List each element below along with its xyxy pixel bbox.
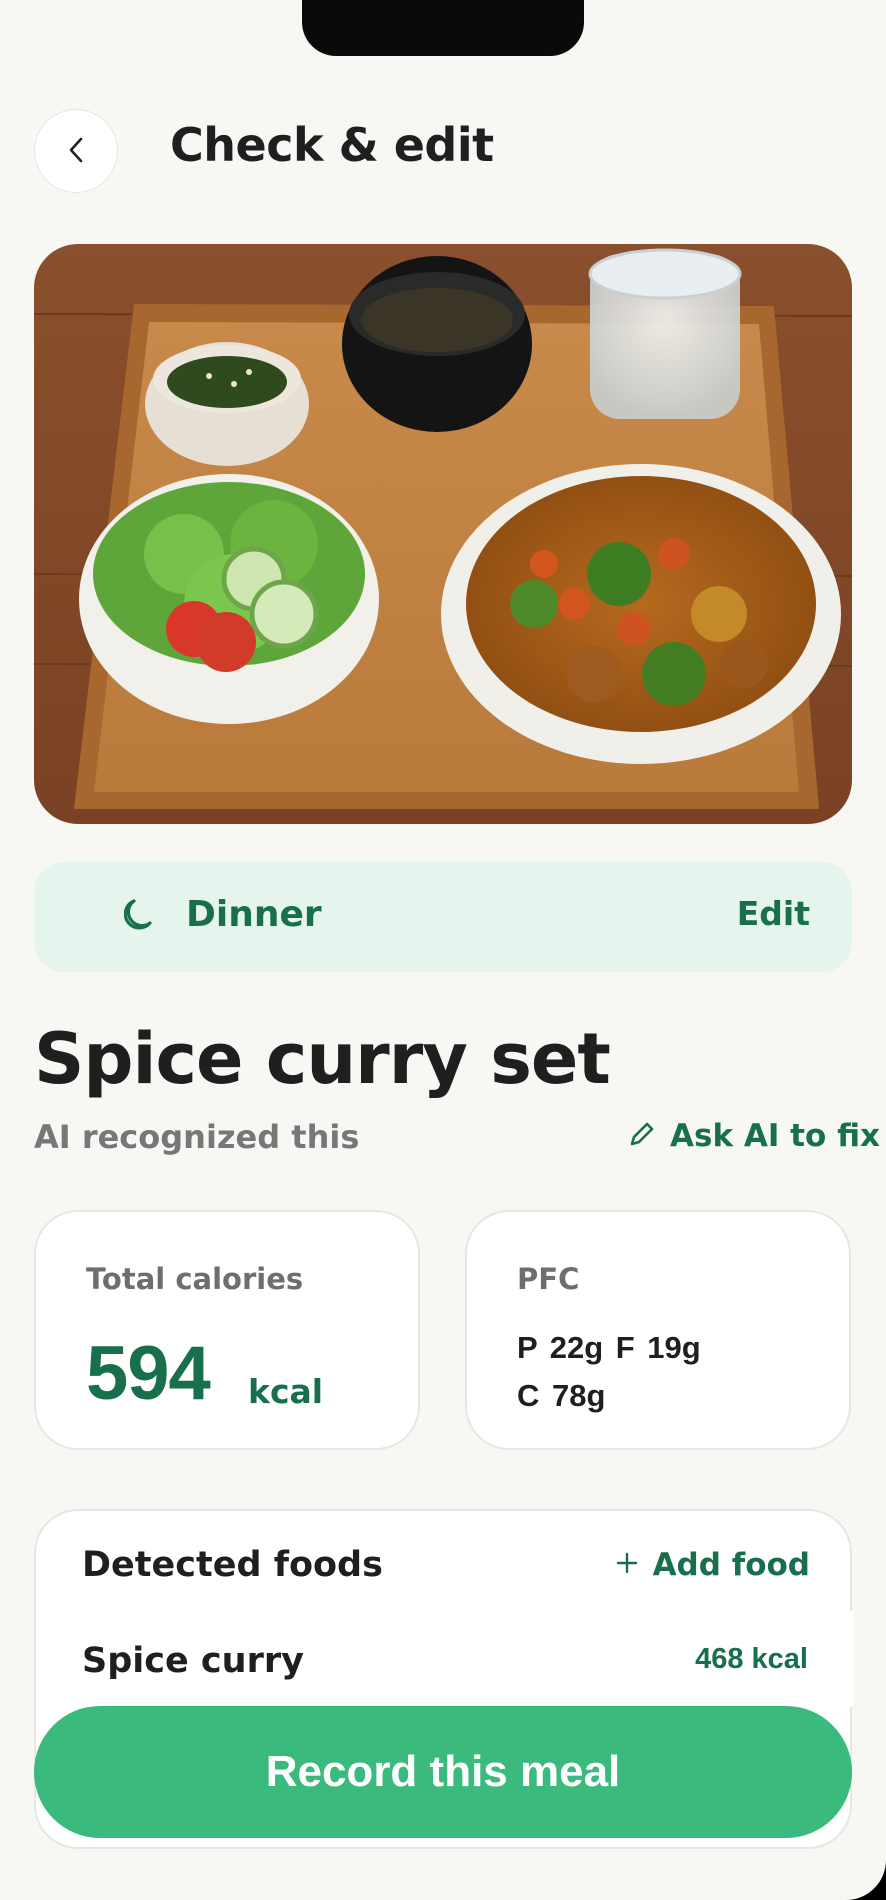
moon-icon (123, 897, 154, 937)
pfc-line-2: C 78g (517, 1378, 606, 1413)
food-item-name: Spice curry (82, 1641, 304, 1681)
pfc-card: PFC P 22g F 19g C 78g (465, 1210, 851, 1450)
calories-unit: kcal (248, 1372, 324, 1411)
record-meal-button[interactable]: Record this meal (34, 1706, 852, 1838)
page-title: Check & edit (170, 118, 494, 172)
ask-ai-fix-button[interactable]: Ask AI to fix (628, 1118, 880, 1154)
pfc-label: PFC (517, 1262, 580, 1296)
meal-edit-button[interactable]: Edit (737, 894, 810, 933)
add-food-button[interactable]: Add food (615, 1547, 810, 1583)
screen-corner (846, 1860, 886, 1900)
calories-card: Total calories 594 kcal (34, 1210, 420, 1450)
chevron-left-icon (64, 133, 88, 170)
app-screen: Check & edit Dinner Edit Spice curry set… (0, 0, 886, 1900)
device-notch (302, 0, 584, 56)
food-item-kcal: 468 kcal (695, 1643, 808, 1675)
back-button[interactable] (34, 109, 118, 193)
meal-photo[interactable] (34, 244, 852, 824)
meal-type-bar[interactable]: Dinner Edit (34, 862, 852, 972)
detected-foods-title: Detected foods (82, 1545, 383, 1585)
food-item[interactable]: Spice curry 468 kcal (36, 1611, 854, 1707)
pfc-line-1: P 22g F 19g (517, 1330, 701, 1365)
ask-ai-fix-label: Ask AI to fix (670, 1118, 881, 1154)
add-food-label: Add food (652, 1547, 810, 1583)
meal-type-label: Dinner (186, 894, 322, 935)
ai-recognized-note: AI recognized this (34, 1118, 360, 1156)
record-meal-label: Record this meal (265, 1747, 621, 1796)
dish-name: Spice curry set (34, 1018, 611, 1100)
calories-label: Total calories (86, 1262, 304, 1296)
calories-value: 594 (86, 1331, 211, 1416)
plus-icon (615, 1551, 639, 1579)
pencil-icon (628, 1120, 656, 1152)
